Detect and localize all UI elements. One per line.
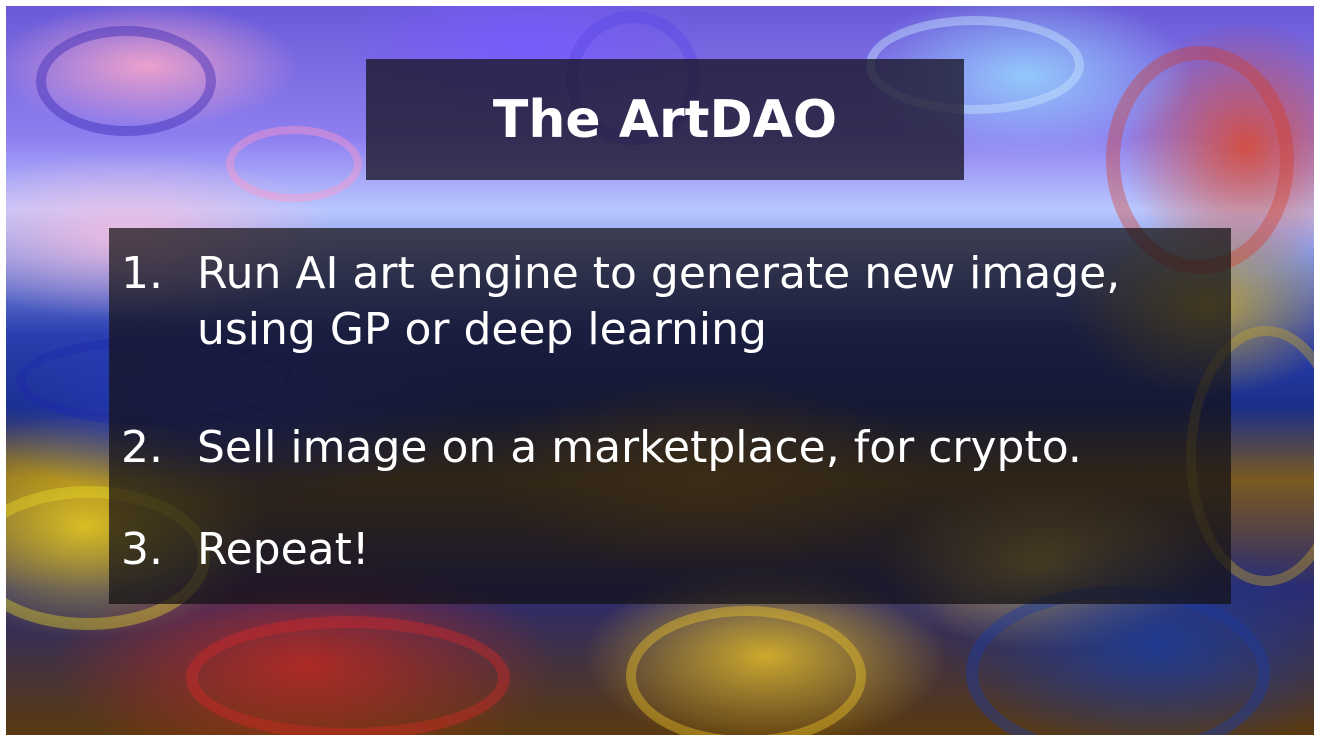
title-panel: The ArtDAO (366, 59, 964, 180)
list-item-text: Sell image on a marketplace, for crypto. (197, 422, 1082, 473)
list-item-number: 2. (121, 422, 163, 473)
list-item-number: 3. (121, 524, 163, 575)
list-panel: 1. Run AI art engine to generate new ima… (109, 228, 1231, 604)
list-item: 2. Sell image on a marketplace, for cryp… (121, 420, 1227, 476)
slide-title: The ArtDAO (492, 89, 838, 150)
list-item: 1. Run AI art engine to generate new ima… (121, 246, 1227, 358)
list-item-text: Run AI art engine to generate new image,… (197, 248, 1121, 355)
slide: The ArtDAO 1. Run AI art engine to gener… (6, 6, 1314, 735)
list-item: 3. Repeat! (121, 522, 1227, 578)
list-item-text: Repeat! (197, 524, 370, 575)
list-item-number: 1. (121, 248, 163, 299)
